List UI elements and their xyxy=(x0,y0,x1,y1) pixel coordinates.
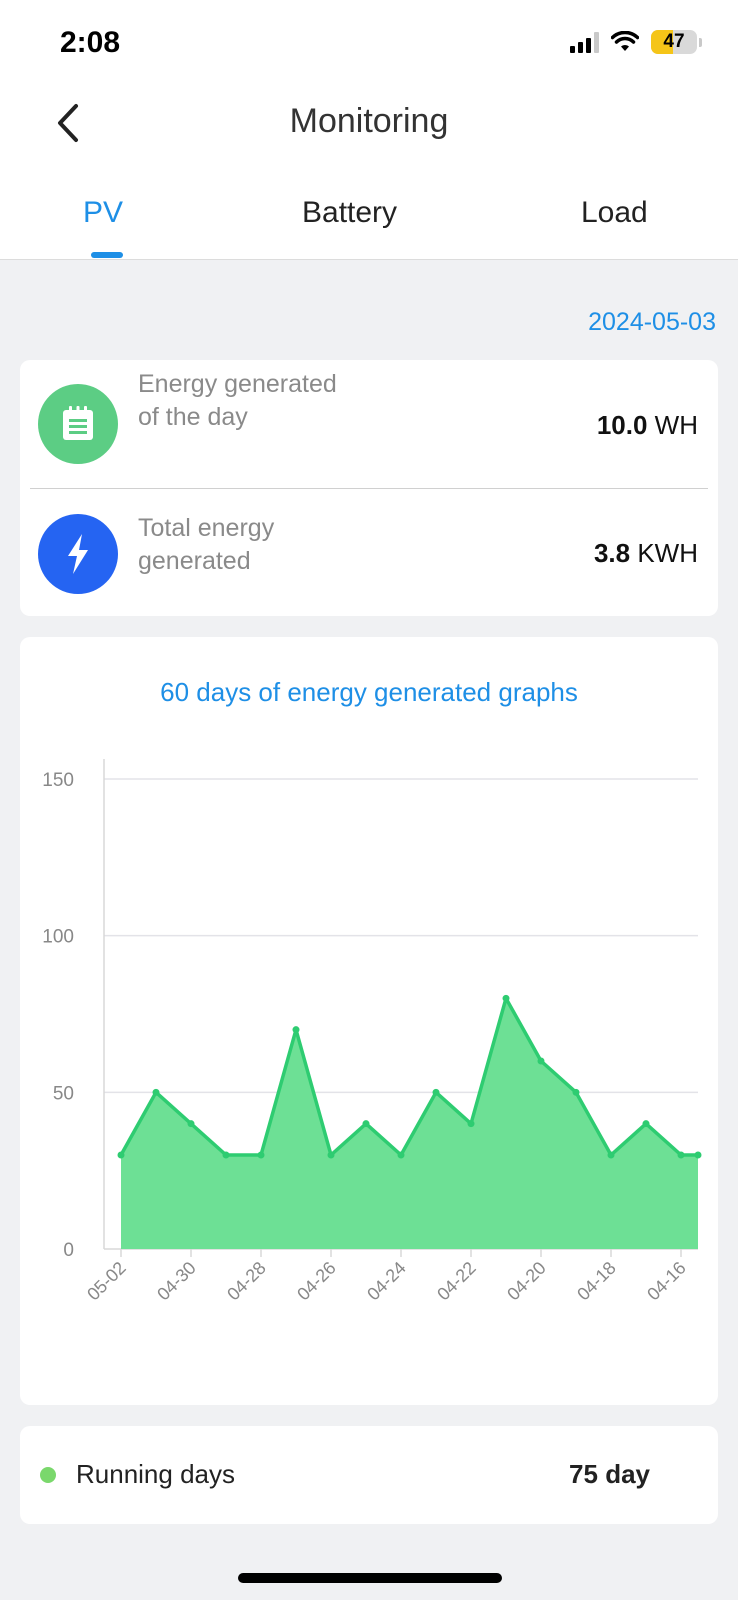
top-bar: 2:08 47 Monitoring PV Battery Load xyxy=(0,0,738,260)
x-tick-label: 04-30 xyxy=(153,1258,200,1305)
date-selector[interactable]: 2024-05-03 xyxy=(588,308,716,337)
energy-summary-card: Energy generated of the day 10.0 WH Tota… xyxy=(20,360,718,616)
status-time: 2:08 xyxy=(60,26,121,59)
energy-day-icon-badge xyxy=(38,384,118,464)
energy-area-chart: 0 50 100 150 05-02 04-30 04-28 04-26 04-24 04-22 0… xyxy=(42,759,702,1305)
data-point xyxy=(292,1026,300,1034)
running-days-label: Running days xyxy=(76,1459,235,1489)
data-point xyxy=(694,1151,702,1159)
data-point xyxy=(152,1088,160,1096)
divider xyxy=(30,488,708,489)
data-point xyxy=(187,1120,195,1128)
energy-day-value: 10.0 WH xyxy=(596,410,698,440)
data-point xyxy=(607,1151,615,1159)
running-days-card: Running days 75 day xyxy=(20,1426,718,1524)
x-tick-label: 04-28 xyxy=(223,1258,270,1305)
data-point xyxy=(327,1151,335,1159)
energy-day-label: Energy generated of the day xyxy=(138,370,337,431)
x-tick-label: 04-18 xyxy=(573,1258,620,1305)
signal-icon xyxy=(570,31,599,53)
y-tick-label: 0 xyxy=(63,1240,74,1261)
x-tick-label: 04-22 xyxy=(433,1258,480,1305)
page-title: Monitoring xyxy=(289,102,449,140)
data-point xyxy=(572,1088,580,1096)
x-tick-label: 05-02 xyxy=(83,1258,130,1305)
data-point xyxy=(502,994,510,1002)
tab-active-indicator xyxy=(91,252,123,258)
battery-level: 47 xyxy=(663,31,685,52)
tab-battery[interactable]: Battery xyxy=(302,196,397,230)
data-point xyxy=(677,1151,685,1159)
data-point xyxy=(642,1120,650,1128)
data-point xyxy=(257,1151,265,1159)
chart-card: 60 days of energy generated graphs 0 50 10… xyxy=(20,637,718,1405)
y-tick-label: 100 xyxy=(42,927,74,948)
x-tick-label: 04-24 xyxy=(363,1258,410,1305)
y-tick-label: 50 xyxy=(53,1083,74,1104)
area-series xyxy=(121,998,698,1249)
battery-icon: 47 xyxy=(651,30,697,54)
tab-load[interactable]: Load xyxy=(581,196,648,230)
battery-cap xyxy=(699,37,702,47)
lightning-icon xyxy=(68,534,88,574)
energy-total-value: 3.8 KWH xyxy=(593,538,698,568)
home-indicator[interactable] xyxy=(238,1573,502,1583)
energy-total-icon-badge xyxy=(38,514,118,594)
data-point xyxy=(467,1120,475,1128)
tab-pv[interactable]: PV xyxy=(83,196,123,230)
x-tick-label: 04-26 xyxy=(293,1258,340,1305)
line-series xyxy=(119,996,698,1157)
x-tick-label: 04-20 xyxy=(503,1258,550,1305)
data-point xyxy=(397,1151,405,1159)
data-point xyxy=(537,1057,545,1065)
data-point xyxy=(222,1151,230,1159)
status-icons: 47 xyxy=(570,30,702,54)
clipboard-icon xyxy=(63,406,93,440)
running-dot xyxy=(40,1467,56,1483)
y-tick-label: 150 xyxy=(42,770,74,791)
data-point xyxy=(117,1151,125,1159)
energy-total-label: Total energy generated xyxy=(138,514,275,575)
x-tick-label: 04-16 xyxy=(643,1258,690,1305)
running-days-value: 75 day xyxy=(569,1459,650,1489)
data-point xyxy=(362,1120,370,1128)
data-point xyxy=(432,1088,440,1096)
wifi-icon xyxy=(611,31,639,51)
